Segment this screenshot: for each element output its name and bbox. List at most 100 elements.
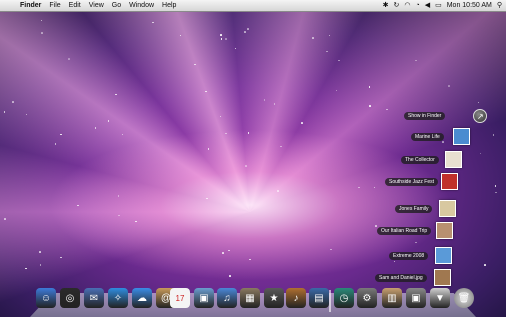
stack-show-in-finder[interactable]: Show in Finder ↗ — [404, 109, 488, 123]
star-decoration — [118, 214, 120, 217]
menu-window[interactable]: Window — [129, 0, 154, 12]
stack-item-extreme-2008[interactable]: Extreme 2008 — [389, 247, 453, 264]
menu-file[interactable]: File — [49, 0, 60, 12]
mail-icon[interactable]: ✉ — [84, 288, 104, 308]
star-decoration — [205, 90, 207, 93]
spaces-icon[interactable]: ▤ — [309, 288, 329, 308]
menu-view[interactable]: View — [89, 0, 104, 12]
stack-item-the-collector[interactable]: The Collector — [401, 151, 462, 168]
star-decoration — [194, 63, 196, 66]
preview-icon[interactable]: ▣ — [194, 288, 214, 308]
dashboard-icon[interactable]: ◎ — [60, 288, 80, 308]
ichat-icon[interactable]: ☁ — [132, 288, 152, 308]
battery-icon[interactable]: ▭ — [435, 0, 442, 12]
star-decoration — [12, 101, 14, 103]
dock: ☺ ◎ ✉ ✧ ☁ @17 ▣ ♫ ▦ ★ ♪ ▤ ◷ ⚙ ▥ ▣ ▼ 🗑 — [34, 288, 474, 314]
menu-help[interactable]: Help — [162, 0, 176, 12]
time-machine-icon[interactable]: ◷ — [334, 288, 354, 308]
show-in-finder-label[interactable]: Show in Finder — [404, 112, 446, 120]
itunes-icon[interactable]: ♫ — [217, 288, 237, 308]
star-decoration — [263, 99, 266, 101]
star-decoration — [39, 251, 41, 253]
stack-thumb — [452, 128, 470, 145]
imovie-icon[interactable]: ★ — [264, 288, 284, 308]
star-decoration — [115, 93, 117, 96]
star-decoration — [207, 148, 210, 150]
menu-go[interactable]: Go — [112, 0, 121, 12]
volume-icon[interactable]: ◀ — [425, 0, 430, 12]
star-decoration — [40, 19, 43, 22]
star-decoration — [25, 267, 27, 270]
stack-item-our-italian-road-trip[interactable]: Our Italian Road Trip — [377, 222, 454, 239]
star-decoration — [41, 32, 43, 34]
ical-icon[interactable]: 17 — [170, 288, 190, 308]
star-decoration — [335, 89, 338, 92]
documents-stack-icon[interactable]: ▼ — [430, 288, 450, 308]
star-decoration — [219, 115, 222, 118]
stack-item-marine-life[interactable]: Marine Life — [411, 128, 470, 145]
stack-thumb — [444, 151, 462, 168]
star-decoration — [60, 133, 62, 136]
star-decoration — [492, 134, 495, 136]
menu-clock[interactable]: Mon 10:50 AM — [447, 0, 492, 12]
star-decoration — [301, 122, 303, 124]
trash-icon[interactable]: 🗑 — [454, 288, 474, 308]
sync-icon[interactable]: ↻ — [393, 0, 399, 12]
stack-item-sam-and-daniel[interactable]: Sam and Daniel.jpg — [375, 269, 451, 286]
star-decoration — [220, 38, 223, 40]
bluetooth-icon[interactable]: ✱ — [383, 0, 389, 12]
system-preferences-icon[interactable]: ⚙ — [357, 288, 377, 308]
star-decoration — [330, 248, 332, 251]
star-decoration — [328, 34, 331, 37]
star-decoration — [3, 111, 5, 113]
star-decoration — [312, 37, 314, 39]
star-decoration — [368, 86, 371, 88]
finder-icon[interactable]: ☺ — [36, 288, 56, 308]
spotlight-icon[interactable]: ⚲ — [497, 0, 502, 12]
arrow-icon: ↗ — [473, 109, 488, 123]
time-machine-menu-icon[interactable]: ◔ — [415, 0, 419, 12]
star-decoration — [4, 218, 6, 220]
applications-stack-icon[interactable]: ▣ — [406, 288, 426, 308]
star-decoration — [415, 241, 417, 244]
star-decoration — [245, 165, 247, 167]
star-decoration — [277, 190, 279, 192]
star-decoration — [249, 258, 251, 261]
star-decoration — [25, 113, 28, 116]
star-decoration — [117, 195, 120, 197]
star-decoration — [228, 249, 230, 252]
stack-item-jones-family[interactable]: Jones Family — [395, 200, 457, 217]
stack-thumb — [435, 247, 453, 264]
star-decoration — [479, 152, 482, 155]
star-decoration — [225, 132, 227, 135]
photos-stack-icon[interactable]: ▥ — [382, 288, 402, 308]
star-decoration — [338, 59, 340, 62]
star-decoration — [54, 143, 57, 145]
safari-icon[interactable]: ✧ — [108, 288, 128, 308]
menu-edit[interactable]: Edit — [69, 0, 81, 12]
star-decoration — [77, 204, 79, 207]
star-decoration — [484, 264, 486, 266]
stack-thumb — [436, 222, 454, 239]
star-decoration — [220, 34, 222, 36]
star-decoration — [273, 103, 276, 105]
star-decoration — [121, 133, 124, 136]
star-decoration — [326, 50, 328, 53]
stack-thumb — [439, 200, 457, 217]
star-decoration — [373, 186, 376, 189]
wifi-icon[interactable]: ◠ — [404, 0, 410, 12]
star-decoration — [135, 220, 137, 223]
menu-bar: Finder File Edit View Go Window Help ✱ ↻… — [0, 0, 506, 12]
star-decoration — [206, 197, 208, 200]
star-decoration — [494, 185, 497, 187]
star-decoration — [39, 264, 42, 266]
menu-app-name[interactable]: Finder — [20, 0, 41, 12]
star-decoration — [495, 191, 497, 194]
stack-item-label: Southside Jazz Fest — [385, 177, 439, 186]
star-decoration — [386, 108, 388, 111]
garageband-icon[interactable]: ♪ — [286, 288, 306, 308]
stack-item-southside-jazz-fest[interactable]: Southside Jazz Fest — [385, 173, 459, 190]
star-decoration — [247, 132, 250, 134]
star-decoration — [234, 47, 237, 50]
iphoto-icon[interactable]: ▦ — [240, 288, 260, 308]
